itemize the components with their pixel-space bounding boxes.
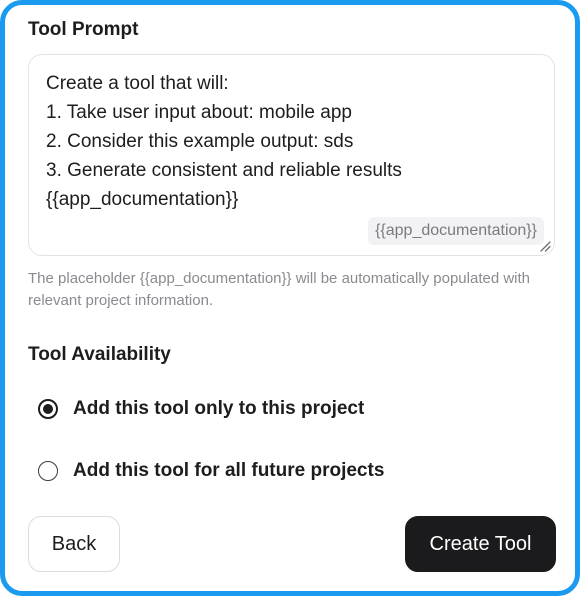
tool-prompt-textarea[interactable]: Create a tool that will: 1. Take user in… <box>28 54 555 256</box>
tool-prompt-heading: Tool Prompt <box>28 19 139 40</box>
radio-checked-icon[interactable] <box>38 399 58 419</box>
tool-availability-heading: Tool Availability <box>28 344 171 365</box>
radio-unchecked-icon[interactable] <box>38 461 58 481</box>
create-tool-button[interactable]: Create Tool <box>405 516 556 572</box>
radio-option-future-projects[interactable]: Add this tool for all future projects <box>38 458 384 484</box>
radio-option-this-project[interactable]: Add this tool only to this project <box>38 396 364 422</box>
placeholder-helper-text: The placeholder {{app_documentation}} wi… <box>28 270 531 309</box>
tool-dialog: Tool Prompt Create a tool that will: 1. … <box>0 0 580 596</box>
radio-label-this-project[interactable]: Add this tool only to this project <box>73 398 364 420</box>
resize-handle-icon[interactable] <box>539 240 551 252</box>
radio-label-future-projects[interactable]: Add this tool for all future projects <box>73 460 384 482</box>
radio-dot <box>43 404 53 414</box>
back-button[interactable]: Back <box>28 516 120 572</box>
placeholder-chip[interactable]: {{app_documentation}} <box>368 217 544 245</box>
tool-prompt-text[interactable]: Create a tool that will: 1. Take user in… <box>46 69 540 214</box>
